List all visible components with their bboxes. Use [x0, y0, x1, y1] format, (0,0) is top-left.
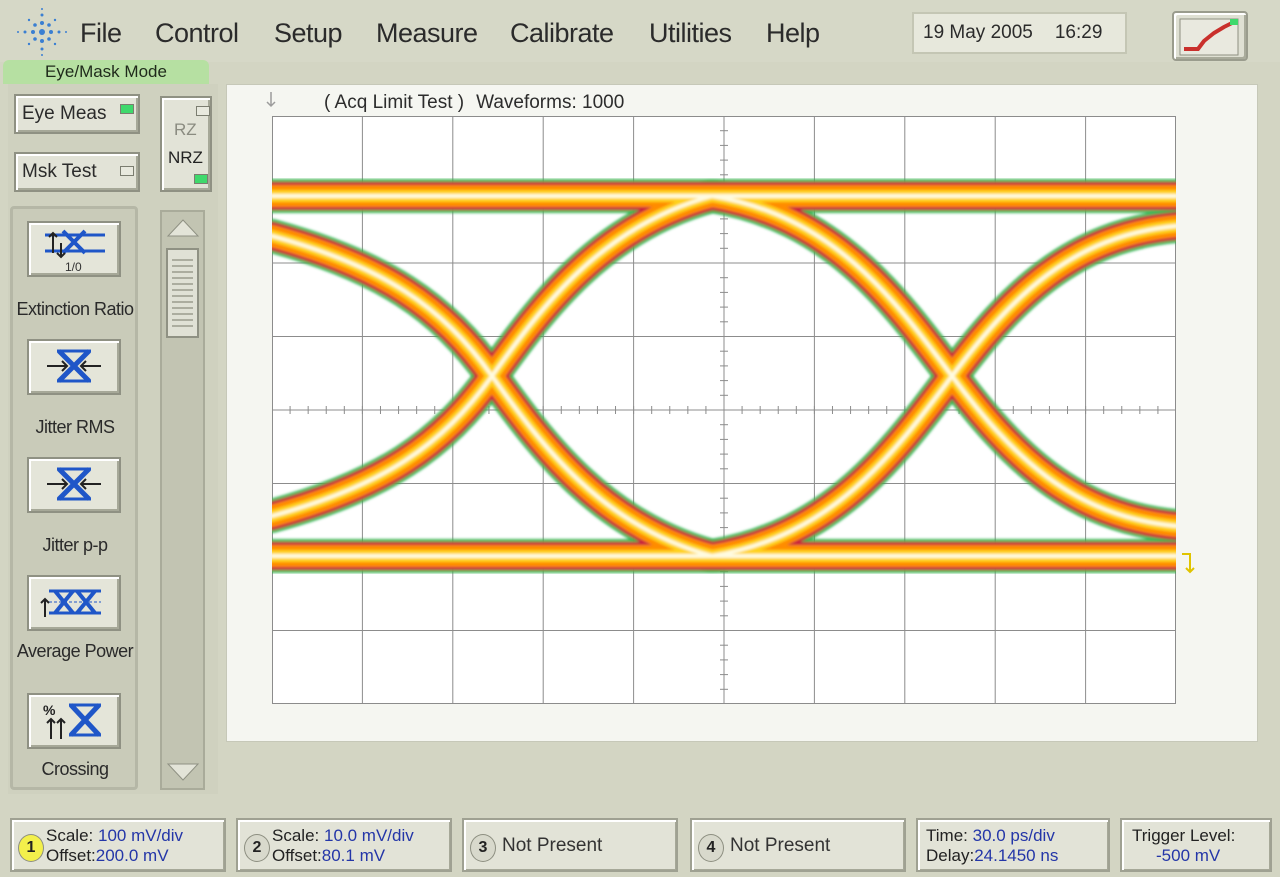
- ch2-scale: Scale: 10.0 mV/div: [272, 826, 414, 846]
- msk-test-button[interactable]: Msk Test: [14, 152, 140, 192]
- time-label: 16:29: [1054, 22, 1103, 43]
- menu-measure[interactable]: Measure: [376, 18, 478, 49]
- average-power-label: Average Power: [16, 641, 134, 661]
- scope-mode-button[interactable]: [1172, 11, 1248, 61]
- rz-label: RZ: [174, 120, 197, 139]
- date-label: 19 May 2005: [923, 22, 1033, 43]
- ch2-scale-label: Scale:: [272, 826, 320, 845]
- nrz-label: NRZ: [168, 148, 203, 167]
- scroll-up-icon[interactable]: [166, 216, 200, 238]
- rz-nrz-toggle[interactable]: RZ NRZ: [160, 96, 212, 192]
- menu-utilities[interactable]: Utilities: [649, 18, 732, 49]
- eye-meas-button[interactable]: Eye Meas: [14, 94, 140, 134]
- menu-setup[interactable]: Setup: [274, 18, 343, 49]
- nrz-led: [194, 174, 208, 184]
- ch1-scale: Scale: 100 mV/div: [46, 826, 183, 846]
- menu-help[interactable]: Help: [766, 18, 820, 49]
- ch1-offset: Offset:200.0 mV: [46, 846, 169, 866]
- timebase-box[interactable]: Time: 30.0 ps/div Delay:24.1450 ns: [916, 818, 1110, 872]
- trigger-level-value: -500 mV: [1156, 846, 1221, 865]
- measurement-list: 1/0 Extinction Ratio Jitter RMS Jitter p…: [10, 206, 138, 790]
- crossing-parameters-icon-text: %: [43, 702, 56, 718]
- channel-1-indicator: 1: [18, 834, 44, 862]
- channel-4-indicator: 4: [698, 834, 724, 862]
- ch1-scale-label: Scale:: [46, 826, 94, 845]
- waveform-count-label: Waveforms: 1000: [476, 92, 625, 113]
- eye-meas-label: Eye Meas: [22, 103, 107, 124]
- trigger-level-marker-icon: [1182, 553, 1195, 574]
- msk-test-led: [120, 166, 134, 176]
- agilent-logo: [17, 8, 67, 56]
- ch2-offset: Offset:80.1 mV: [272, 846, 385, 866]
- date-time-display: 19 May 2005 16:29: [912, 12, 1127, 54]
- menu-calibrate[interactable]: Calibrate: [510, 18, 614, 49]
- crossing-parameters-label: Crossing Parameters: [31, 759, 120, 781]
- channel-3-box[interactable]: 3 Not Present: [462, 818, 678, 872]
- rz-led: [196, 106, 210, 116]
- ch1-offset-label: Offset:: [46, 846, 96, 865]
- extinction-ratio-icon-text: 1/0: [65, 260, 82, 274]
- ch4-status: Not Present: [730, 835, 831, 856]
- ch1-scale-value: 100 mV/div: [97, 826, 184, 845]
- ch2-offset-label: Offset:: [272, 846, 322, 865]
- channel-4-box[interactable]: 4 Not Present: [690, 818, 906, 872]
- menu-file[interactable]: File: [80, 18, 122, 49]
- jitter-pp-icon[interactable]: [27, 457, 121, 513]
- ch2-offset-value: 80.1 mV: [321, 846, 386, 865]
- acq-mode-label: ( Acq Limit Test ): [324, 92, 465, 113]
- trigger-level-label: Trigger Level:: [1132, 826, 1236, 845]
- menu-bar: File Control Setup Measure Calibrate Uti…: [0, 0, 1280, 62]
- channel-3-indicator: 3: [470, 834, 496, 862]
- delay: Delay:24.1450 ns: [926, 846, 1058, 866]
- msk-test-label: Msk Test: [22, 161, 97, 182]
- measurement-scrollbar[interactable]: [160, 210, 205, 790]
- channel-marker-icon: [266, 92, 276, 108]
- scroll-thumb[interactable]: [166, 248, 199, 338]
- mode-tab[interactable]: Eye/Mask Mode: [3, 60, 209, 84]
- delay-label: Delay:: [926, 846, 975, 865]
- scroll-down-icon[interactable]: [166, 762, 200, 784]
- acquisition-status: ( Acq Limit Test ) Waveforms: 1000: [324, 92, 624, 114]
- channel-2-box[interactable]: 2 Scale: 10.0 mV/div Offset:80.1 mV: [236, 818, 452, 872]
- ch3-status: Not Present: [502, 835, 603, 856]
- time-scale: Time: 30.0 ps/div: [926, 826, 1055, 846]
- channel-1-box[interactable]: 1 Scale: 100 mV/div Offset:200.0 mV: [10, 818, 226, 872]
- trigger-box[interactable]: Trigger Level: -500 mV: [1120, 818, 1272, 872]
- time-label: Time:: [926, 826, 968, 845]
- channel-2-indicator: 2: [244, 834, 270, 862]
- time-value: 30.0 ps/div: [972, 826, 1055, 845]
- extinction-ratio-label: Extinction Ratio: [16, 299, 134, 319]
- jitter-pp-label: Jitter p-p: [42, 535, 108, 555]
- eye-meas-led: [120, 104, 134, 114]
- scope-waveform-icon: [1179, 18, 1239, 56]
- delay-value: 24.1450 ns: [974, 846, 1059, 865]
- menu-control[interactable]: Control: [155, 18, 239, 49]
- crossing-parameters-icon[interactable]: %: [27, 693, 121, 749]
- average-power-icon[interactable]: [27, 575, 121, 631]
- jitter-rms-label: Jitter RMS: [35, 417, 115, 437]
- jitter-rms-icon[interactable]: [27, 339, 121, 395]
- extinction-ratio-icon[interactable]: 1/0: [27, 221, 121, 277]
- ch2-scale-value: 10.0 mV/div: [323, 826, 414, 845]
- ch1-offset-value: 200.0 mV: [95, 846, 169, 865]
- eye-diagram-plot[interactable]: [272, 116, 1176, 704]
